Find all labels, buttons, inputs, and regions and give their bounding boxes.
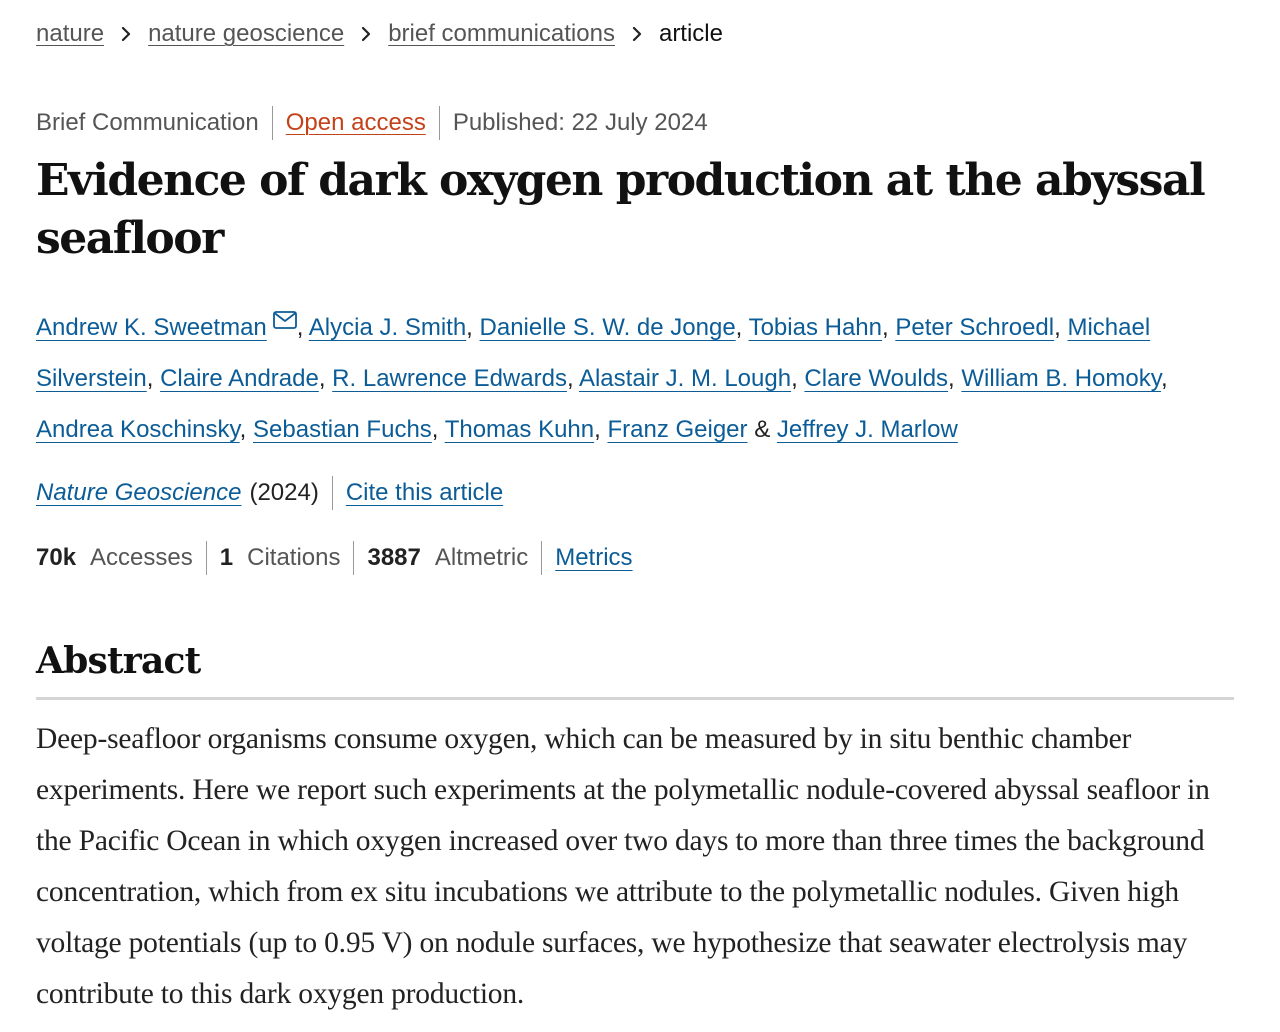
author-link[interactable]: Thomas Kuhn (445, 416, 594, 443)
author-separator: & (747, 416, 777, 443)
author-link[interactable]: Jeffrey J. Marlow (777, 416, 958, 443)
divider (438, 106, 440, 140)
author-separator: , (296, 314, 309, 341)
publication-year: (2024) (249, 479, 319, 506)
author-link[interactable]: Danielle S. W. de Jonge (480, 314, 736, 341)
article-title: Evidence of dark oxygen production at th… (36, 155, 1206, 264)
author-link[interactable]: R. Lawrence Edwards (332, 365, 567, 392)
chevron-right-icon (631, 26, 643, 42)
citations-label: Citations (247, 544, 341, 571)
accesses-count: 70k (36, 544, 77, 571)
chevron-right-icon (360, 26, 372, 42)
author-separator: , (882, 314, 896, 341)
journal-line: Nature Geoscience (2024) Cite this artic… (36, 476, 503, 510)
author-link[interactable]: Clare Woulds (804, 365, 948, 392)
breadcrumb-nature[interactable]: nature (36, 18, 104, 50)
author-link[interactable]: Claire Andrade (160, 365, 319, 392)
mail-icon[interactable] (272, 296, 297, 347)
author-separator: , (318, 365, 333, 392)
author-link[interactable]: Tobias Hahn (749, 314, 882, 341)
author-separator: , (1160, 365, 1168, 392)
author-separator: , (735, 314, 749, 341)
author-link[interactable]: Sebastian Fuchs (253, 416, 432, 443)
author-link[interactable]: Andrea Koschinsky (36, 416, 240, 443)
citations-count: 1 (219, 544, 234, 571)
author-link[interactable]: Franz Geiger (607, 416, 747, 443)
author-link[interactable]: Alycia J. Smith (309, 314, 466, 341)
abstract-text: Deep-seafloor organisms consume oxygen, … (36, 723, 1210, 1010)
breadcrumb-current: article (658, 20, 723, 47)
author-link[interactable]: Andrew K. Sweetman (36, 314, 267, 341)
altmetric-label: Altmetric (434, 544, 529, 571)
author-separator: , (948, 365, 962, 392)
open-access-link[interactable]: Open access (286, 106, 426, 140)
author-link[interactable]: Peter Schroedl (895, 314, 1054, 341)
abstract-divider (36, 697, 1234, 700)
altmetric-score: 3887 (367, 544, 421, 571)
breadcrumb: nature nature geoscience brief communica… (36, 18, 723, 50)
divider (541, 541, 543, 575)
divider (205, 541, 207, 575)
published-date: Published: 22 July 2024 (452, 109, 708, 136)
author-separator: , (594, 416, 608, 443)
metrics-link[interactable]: Metrics (555, 541, 632, 575)
chevron-right-icon (120, 26, 132, 42)
author-separator: , (466, 314, 480, 341)
metrics-bar: 70k Accesses 1 Citations 3887 Altmetric … (36, 541, 633, 575)
divider (331, 476, 333, 510)
breadcrumb-brief-communications[interactable]: brief communications (388, 18, 615, 50)
article-meta: Brief Communication Open access Publishe… (36, 106, 708, 140)
breadcrumb-nature-geoscience[interactable]: nature geoscience (148, 18, 344, 50)
divider (353, 541, 355, 575)
abstract-heading: Abstract (36, 640, 201, 682)
accesses-label: Accesses (90, 544, 193, 571)
author-link[interactable]: Alastair J. M. Lough (579, 365, 791, 392)
author-separator: , (566, 365, 579, 392)
author-separator: , (146, 365, 161, 392)
cite-article-link[interactable]: Cite this article (346, 476, 503, 510)
author-link[interactable]: William B. Homoky (961, 365, 1161, 392)
author-separator: , (239, 416, 254, 443)
article-type: Brief Communication (36, 109, 259, 136)
divider (271, 106, 273, 140)
author-separator: , (431, 416, 445, 443)
author-separator: , (791, 365, 805, 392)
author-list: Andrew K. Sweetman, Alycia J. Smith, Dan… (36, 296, 1246, 455)
author-separator: , (1054, 314, 1068, 341)
journal-link[interactable]: Nature Geoscience (36, 476, 241, 510)
